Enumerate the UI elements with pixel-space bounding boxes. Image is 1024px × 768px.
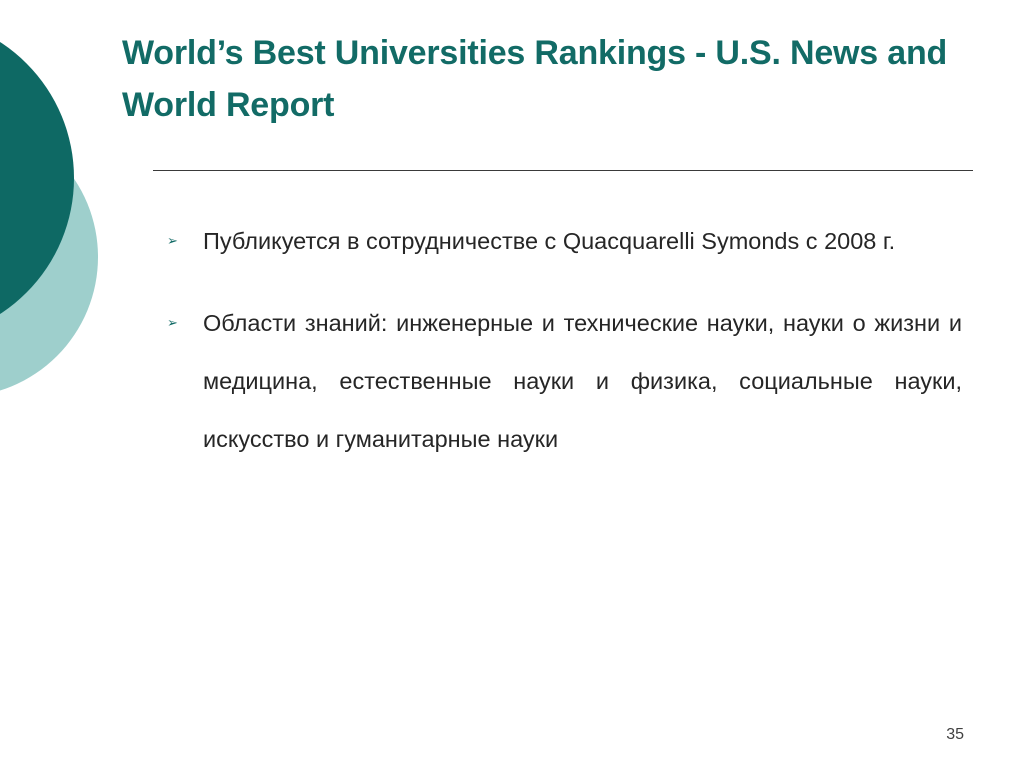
slide-title: World’s Best Universities Rankings - U.S… <box>122 34 948 124</box>
bullet-list: ➢ Публикуется в сотрудничестве с Quacqua… <box>160 212 962 492</box>
bullet-text: Области знаний: инженерные и технические… <box>203 310 962 452</box>
page-number: 35 <box>946 726 964 743</box>
slide: World’s Best Universities Rankings - U.S… <box>0 0 1024 768</box>
bullet-item: ➢ Публикуется в сотрудничестве с Quacqua… <box>160 212 962 270</box>
chevron-right-icon: ➢ <box>167 233 178 248</box>
bullet-text: Публикуется в сотрудничестве с Quacquare… <box>203 228 896 254</box>
chevron-right-icon: ➢ <box>167 315 178 330</box>
bullet-item: ➢ Области знаний: инженерные и техническ… <box>160 294 962 468</box>
title-divider <box>153 170 973 171</box>
